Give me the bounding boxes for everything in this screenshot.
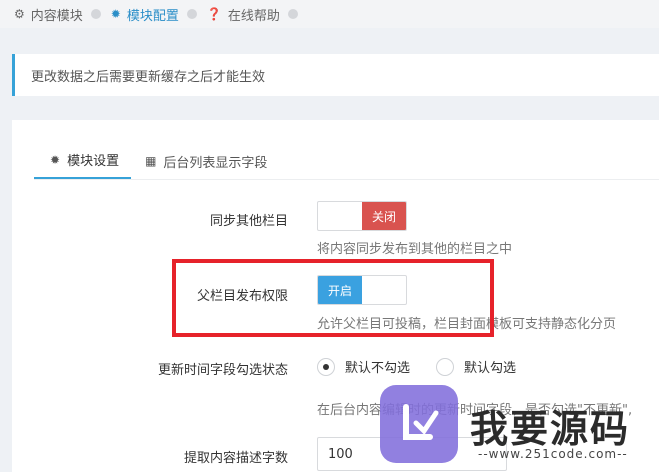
toggle-off-label: 关闭 [362, 202, 406, 230]
watermark-text: 我要源码 [470, 407, 631, 451]
watermark-logo-icon [380, 385, 458, 463]
sync-help: 将内容同步发布到其他的栏目之中 [317, 242, 513, 257]
cache-note-text: 更改数据之后需要更新缓存之后才能生效 [31, 69, 266, 85]
table-icon: ▦ [145, 154, 157, 168]
radio-default-checked[interactable]: 默认勾选 [436, 357, 516, 376]
tab-label: 模块设置 [67, 154, 120, 169]
question-circle-icon: ❓ [206, 7, 222, 21]
close-dot-icon[interactable] [90, 9, 101, 19]
gear-icon: ✹ [50, 152, 61, 167]
radio-default-unchecked[interactable]: 默认不勾选 [317, 357, 410, 376]
watermark-url: --www.251code.com-- [478, 447, 628, 461]
close-dot-icon[interactable] [287, 9, 298, 19]
desc-length-value: 100 [328, 446, 353, 462]
radio-checked-icon [317, 357, 335, 376]
nav-tab-label: 模块配置 [126, 8, 179, 24]
radio-unchecked-icon [436, 357, 454, 376]
tab-list-fields[interactable]: ▦ 后台列表显示字段 [131, 142, 281, 180]
sync-label: 同步其他栏目 [209, 214, 288, 229]
cache-note: 更改数据之后需要更新缓存之后才能生效 [12, 54, 659, 96]
highlight-box [172, 259, 494, 337]
desc-length-label: 提取内容描述字数 [183, 451, 288, 466]
nav-tab-label: 在线帮助 [227, 8, 280, 24]
tab-module-settings[interactable]: ✹ 模块设置 [34, 142, 132, 180]
nav-tab-label: 内容模块 [30, 8, 83, 24]
update-time-label: 更新时间字段勾选状态 [157, 363, 288, 378]
settings-tabs: ✹ 模块设置 ▦ 后台列表显示字段 [34, 142, 281, 180]
tab-label: 后台列表显示字段 [163, 155, 268, 171]
close-dot-icon[interactable] [186, 9, 197, 19]
nav-tab-module-config[interactable]: ✹ 模块配置 [111, 5, 197, 24]
radio-label: 默认不勾选 [345, 361, 411, 376]
cogs-icon: ⚙ [14, 7, 25, 21]
nav-tab-online-help[interactable]: ❓ 在线帮助 [207, 5, 298, 24]
sync-toggle[interactable]: 关闭 [317, 201, 407, 231]
tab-divider [34, 179, 659, 180]
module-nav-bar: ⚙ 内容模块 ✹ 模块配置 ❓ 在线帮助 [0, 0, 659, 28]
radio-label: 默认勾选 [464, 361, 517, 376]
gear-icon: ✹ [110, 7, 121, 21]
toggle-blank [318, 202, 362, 230]
nav-tab-content-module[interactable]: ⚙ 内容模块 [14, 5, 101, 24]
